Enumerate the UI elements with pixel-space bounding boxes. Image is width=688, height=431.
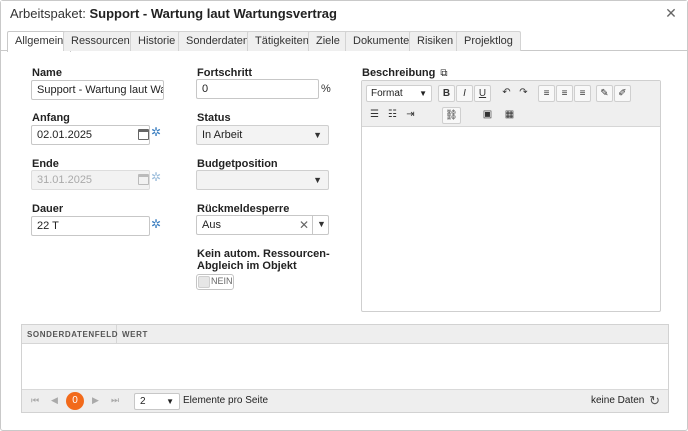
expand-icon[interactable]: ⧉: [440, 68, 447, 79]
undo-icon[interactable]: ↶: [498, 85, 515, 102]
underline-button[interactable]: U: [474, 85, 491, 102]
format-dropdown[interactable]: Format ▼: [366, 85, 432, 102]
column-header-field[interactable]: SONDERDATENFELD: [22, 325, 117, 344]
grid-pager: ⏮ ◀ 0 ▶ ⏭ 2 ▼ Elemente pro Seite keine D…: [22, 389, 668, 412]
tab-taetigkeiten[interactable]: Tätigkeiten: [247, 31, 317, 51]
status-select[interactable]: In Arbeit ▼: [196, 125, 329, 145]
no-data-status: keine Daten: [591, 395, 645, 406]
link-icon[interactable]: ⛓: [442, 107, 461, 124]
name-field[interactable]: Support - Wartung laut Wart...: [31, 80, 164, 100]
chevron-down-icon[interactable]: ▼: [317, 219, 326, 229]
table-icon[interactable]: ▦: [501, 107, 518, 124]
title-main: Support - Wartung laut Wartungsvertrag: [89, 6, 337, 21]
grid-header: SONDERDATENFELD WERT: [22, 325, 668, 344]
end-label: Ende: [32, 158, 59, 170]
gear-icon[interactable]: ✲: [151, 217, 161, 231]
description-label: Beschreibung ⧉: [362, 67, 448, 79]
start-label: Anfang: [32, 112, 70, 124]
redo-icon[interactable]: ↷: [515, 85, 532, 102]
column-header-value[interactable]: WERT: [117, 325, 148, 344]
align-center-icon[interactable]: ≡: [556, 85, 573, 102]
name-label: Name: [32, 67, 62, 79]
first-page-icon[interactable]: ⏮: [31, 395, 39, 406]
numbered-list-icon[interactable]: ☷: [384, 107, 401, 124]
percent-unit: %: [321, 83, 331, 95]
combo-divider: [312, 215, 313, 235]
refresh-icon[interactable]: ↻: [649, 393, 660, 409]
prev-page-icon[interactable]: ◀: [51, 395, 58, 406]
tab-bar: Allgemein Ressourcen Historie Sonderdate…: [1, 31, 687, 52]
duration-label: Dauer: [32, 203, 64, 215]
description-label-text: Beschreibung: [362, 67, 436, 79]
tab-dokumente[interactable]: Dokumente: [345, 31, 418, 51]
tab-risiken[interactable]: Risiken: [409, 31, 462, 51]
eraser-icon[interactable]: ✐: [614, 85, 631, 102]
status-label: Status: [197, 112, 231, 124]
bold-button[interactable]: B: [438, 85, 455, 102]
start-date-field[interactable]: 02.01.2025: [31, 125, 150, 145]
chevron-down-icon: ▼: [313, 175, 322, 185]
next-page-icon[interactable]: ▶: [92, 395, 99, 406]
feedback-lock-value: Aus: [202, 219, 221, 231]
budget-label: Budgetposition: [197, 158, 278, 170]
gear-icon[interactable]: ✲: [151, 125, 161, 139]
chevron-down-icon: ▼: [419, 89, 427, 98]
gear-icon: ✲: [151, 170, 162, 184]
toggle-knob: [198, 276, 210, 288]
start-date-value: 02.01.2025: [37, 129, 93, 141]
clear-icon[interactable]: ✕: [299, 218, 309, 232]
tab-ziele[interactable]: Ziele: [308, 31, 348, 51]
align-right-icon[interactable]: ≡: [574, 85, 591, 102]
description-editor[interactable]: Format ▼ B I U ↶ ↷ ≡ ≡ ≡ ✎ ✐ ☰ ☷ ⇥ ⛓ ▣ ▦: [361, 80, 661, 312]
close-button[interactable]: ✕: [663, 5, 679, 21]
per-page-label: Elemente pro Seite: [183, 395, 269, 406]
duration-field[interactable]: 22 T: [31, 216, 150, 236]
toggle-text: NEIN: [211, 276, 233, 286]
chevron-down-icon: ▼: [166, 397, 174, 406]
work-package-dialog: Arbeitspaket: Support - Wartung laut War…: [0, 0, 688, 431]
page-size-value: 2: [140, 396, 146, 407]
resource-balance-label-1: Kein autom. Ressourcen-: [197, 248, 330, 260]
image-icon[interactable]: ▣: [479, 107, 496, 124]
indent-icon[interactable]: ⇥: [402, 107, 419, 124]
title-prefix: Arbeitspaket:: [10, 6, 90, 21]
budget-select[interactable]: ▼: [196, 170, 329, 190]
paint-brush-icon[interactable]: ✎: [596, 85, 613, 102]
dialog-title: Arbeitspaket: Support - Wartung laut War…: [10, 6, 337, 21]
tab-historie[interactable]: Historie: [130, 31, 184, 51]
resource-balance-label-2: Abgleich im Objekt: [197, 260, 297, 272]
title-bar: Arbeitspaket: Support - Wartung laut War…: [1, 1, 687, 27]
end-date-value: 31.01.2025: [37, 174, 93, 186]
progress-label: Fortschritt: [197, 67, 252, 79]
special-data-grid: SONDERDATENFELD WERT ⏮ ◀ 0 ▶ ⏭ 2 ▼ Eleme…: [21, 324, 669, 413]
align-left-icon[interactable]: ≡: [538, 85, 555, 102]
italic-button[interactable]: I: [456, 85, 473, 102]
feedback-lock-label: Rückmeldesperre: [197, 203, 290, 215]
resource-balance-toggle[interactable]: NEIN: [196, 274, 234, 290]
tab-allgemein[interactable]: Allgemein: [7, 31, 72, 52]
editor-toolbar: Format ▼ B I U ↶ ↷ ≡ ≡ ≡ ✎ ✐ ☰ ☷ ⇥ ⛓ ▣ ▦: [362, 81, 660, 127]
progress-field[interactable]: 0: [196, 79, 319, 99]
tab-sonderdaten[interactable]: Sonderdaten: [178, 31, 257, 51]
current-page-badge[interactable]: 0: [66, 392, 84, 410]
tab-ressourcen[interactable]: Ressourcen: [63, 31, 138, 51]
page-size-select[interactable]: 2 ▼: [134, 393, 180, 410]
format-label: Format: [371, 88, 403, 99]
tab-projektlog[interactable]: Projektlog: [456, 31, 521, 51]
calendar-icon: [138, 174, 149, 185]
end-date-field: 31.01.2025: [31, 170, 150, 190]
chevron-down-icon: ▼: [313, 130, 322, 140]
bulleted-list-icon[interactable]: ☰: [366, 107, 383, 124]
status-value: In Arbeit: [202, 129, 243, 141]
last-page-icon[interactable]: ⏭: [111, 395, 119, 406]
calendar-icon[interactable]: [138, 129, 149, 140]
